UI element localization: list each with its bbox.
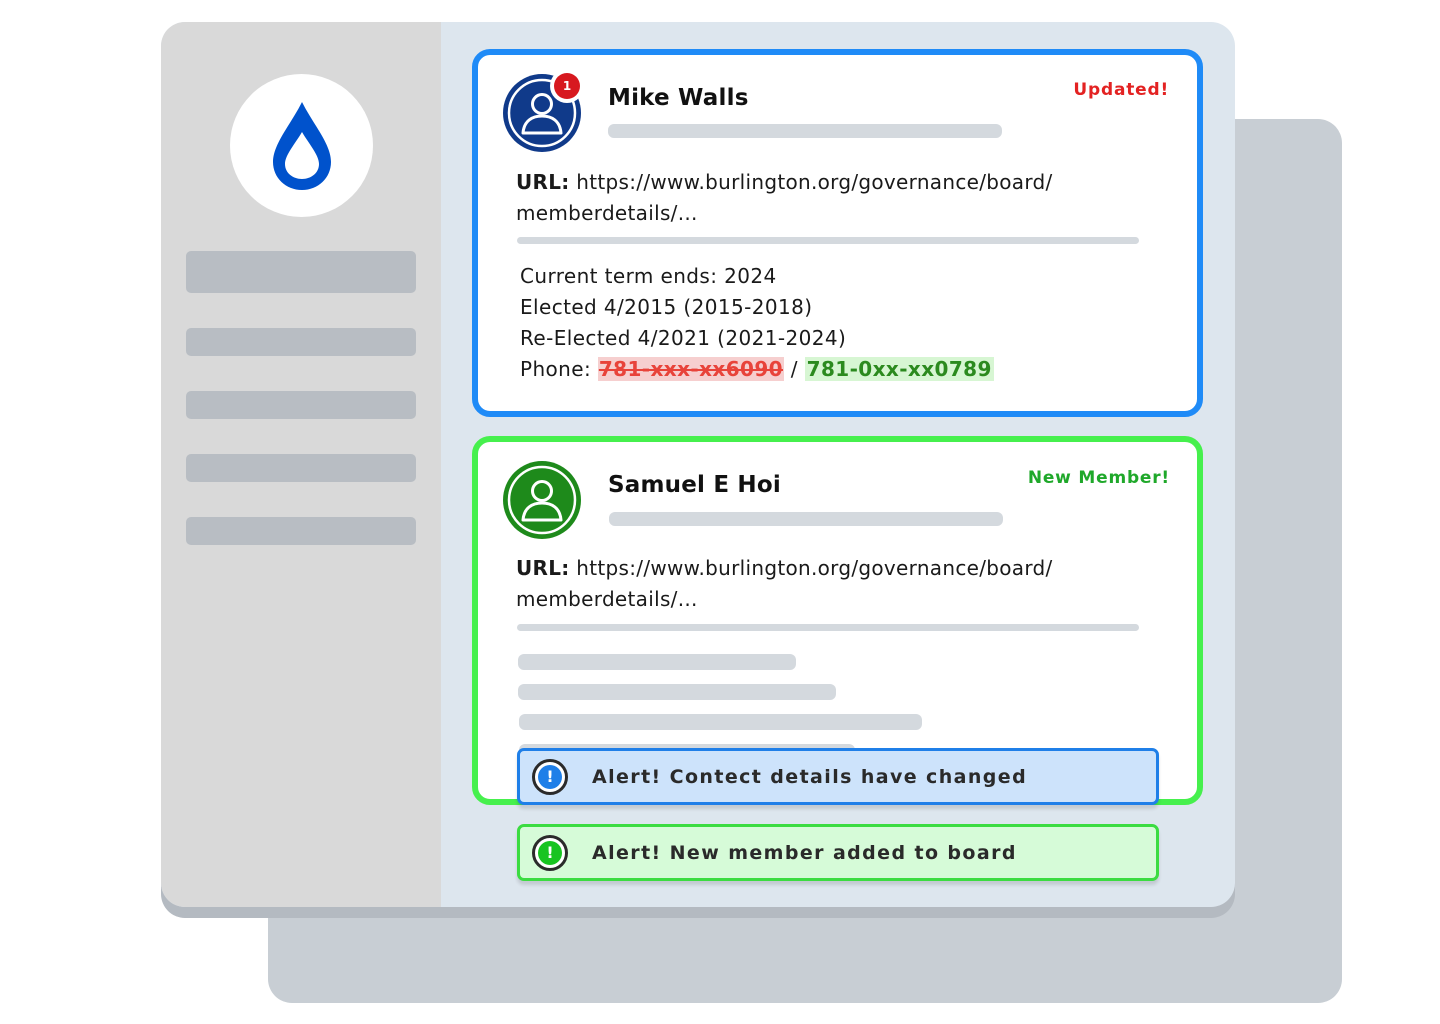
member-details: Current term ends: 2024 Elected 4/2015 (… [520, 261, 994, 385]
phone-row: Phone: 781-xxx-xx6090 / 781-0xx-xx0789 [520, 354, 994, 385]
url-label: URL: [516, 170, 570, 194]
app-logo[interactable] [230, 74, 373, 217]
phone-label: Phone: [520, 357, 592, 381]
member-name: Samuel E Hoi [608, 472, 781, 498]
user-avatar-icon [503, 461, 581, 539]
water-drop-icon [272, 101, 331, 190]
placeholder-line [609, 512, 1003, 526]
member-url[interactable]: URL: https://www.burlington.org/governan… [516, 167, 1176, 229]
sidebar-item[interactable] [186, 251, 416, 293]
elected: Elected 4/2015 (2015-2018) [520, 295, 813, 319]
alert-text: Alert! New member added to board [592, 841, 1017, 864]
sidebar-item[interactable] [186, 517, 416, 545]
url-line-2: memberdetails/... [516, 201, 698, 225]
phone-old: 781-xxx-xx6090 [597, 357, 784, 381]
member-card-updated[interactable]: 1 Mike Walls Updated! URL: https://www.b… [472, 49, 1203, 417]
badge-count: 1 [554, 73, 580, 99]
placeholder-line [608, 124, 1002, 138]
divider [517, 237, 1139, 244]
url-line-2: memberdetails/... [516, 587, 698, 611]
re-elected: Re-Elected 4/2021 (2021-2024) [520, 326, 847, 350]
phone-new: 781-0xx-xx0789 [804, 357, 994, 381]
sidebar-item[interactable] [186, 454, 416, 482]
member-url[interactable]: URL: https://www.burlington.org/governan… [516, 553, 1176, 615]
placeholder-line [518, 684, 836, 700]
placeholder-line [518, 654, 796, 670]
sidebar-item[interactable] [186, 328, 416, 356]
phone-separator: / [790, 357, 798, 381]
status-badge: New Member! [1027, 468, 1170, 488]
url-line-1: https://www.burlington.org/governance/bo… [576, 170, 1053, 194]
url-line-1: https://www.burlington.org/governance/bo… [576, 556, 1053, 580]
avatar [502, 460, 582, 544]
member-name: Mike Walls [608, 85, 749, 111]
url-label: URL: [516, 556, 570, 580]
alert-text: Alert! Contect details have changed [592, 765, 1028, 788]
term-ends: Current term ends: 2024 [520, 264, 777, 288]
sidebar-item[interactable] [186, 391, 416, 419]
exclamation-icon: ! [532, 834, 568, 871]
notification-badge: 1 [550, 69, 584, 103]
exclamation-icon: ! [532, 758, 568, 795]
status-badge: Updated! [1073, 80, 1169, 100]
divider [517, 624, 1139, 631]
placeholder-line [519, 714, 922, 730]
alert-contact-changed[interactable]: ! Alert! Contect details have changed [517, 748, 1159, 805]
sidebar [161, 22, 441, 907]
alert-new-member[interactable]: ! Alert! New member added to board [517, 824, 1159, 881]
